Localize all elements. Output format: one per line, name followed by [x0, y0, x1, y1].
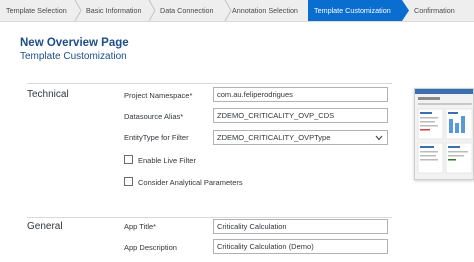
step-label: Annotation Selection	[232, 6, 298, 15]
template-preview-thumbnail	[414, 88, 474, 180]
step-label: Confirmation	[414, 6, 455, 15]
step-label: Basic Information	[86, 6, 142, 15]
section-technical-heading: Technical	[27, 89, 69, 100]
step-template-customization[interactable]: Template Customization	[308, 0, 402, 21]
app-description-input[interactable]	[213, 239, 388, 254]
entity-type-select[interactable]: ZDEMO_CRITICALITY_OVPType	[213, 130, 388, 145]
step-confirmation[interactable]: Confirmation	[408, 0, 474, 21]
app-title-label: App Title*	[124, 222, 157, 231]
datasource-alias-label: Datasource Alias*	[124, 112, 184, 121]
preview-image	[415, 89, 473, 174]
chevron-down-icon[interactable]	[375, 135, 383, 141]
datasource-alias-input[interactable]	[213, 108, 388, 123]
section-general-heading: General	[27, 221, 63, 232]
step-data-connection[interactable]: Data Connection	[154, 0, 226, 21]
section-divider	[27, 217, 392, 218]
project-namespace-input[interactable]	[213, 87, 388, 102]
step-label: Template Selection	[6, 6, 67, 15]
entity-type-value: ZDEMO_CRITICALITY_OVPType	[217, 133, 331, 142]
step-basic-information[interactable]: Basic Information	[80, 0, 150, 21]
live-filter-checkbox[interactable]	[124, 155, 133, 164]
step-label: Template Customization	[314, 6, 391, 15]
live-filter-label: Enable Live Filter	[138, 156, 196, 165]
page-subtitle: Template Customization	[20, 51, 127, 62]
app-description-label: App Description	[124, 243, 177, 252]
section-divider	[27, 83, 392, 84]
analytical-params-label: Consider Analytical Parameters	[138, 178, 243, 187]
step-annotation-selection[interactable]: Annotation Selection	[226, 0, 308, 21]
project-namespace-label: Project Namespace*	[124, 91, 193, 100]
entity-type-label: EntityType for Filter	[124, 133, 189, 142]
app-title-input[interactable]	[213, 219, 388, 234]
wizard-steps: Template Selection Basic Information Dat…	[0, 0, 474, 22]
step-label: Data Connection	[160, 6, 214, 15]
step-template-selection[interactable]: Template Selection	[0, 0, 76, 21]
analytical-params-checkbox[interactable]	[124, 177, 133, 186]
page-title: New Overview Page	[20, 37, 129, 49]
